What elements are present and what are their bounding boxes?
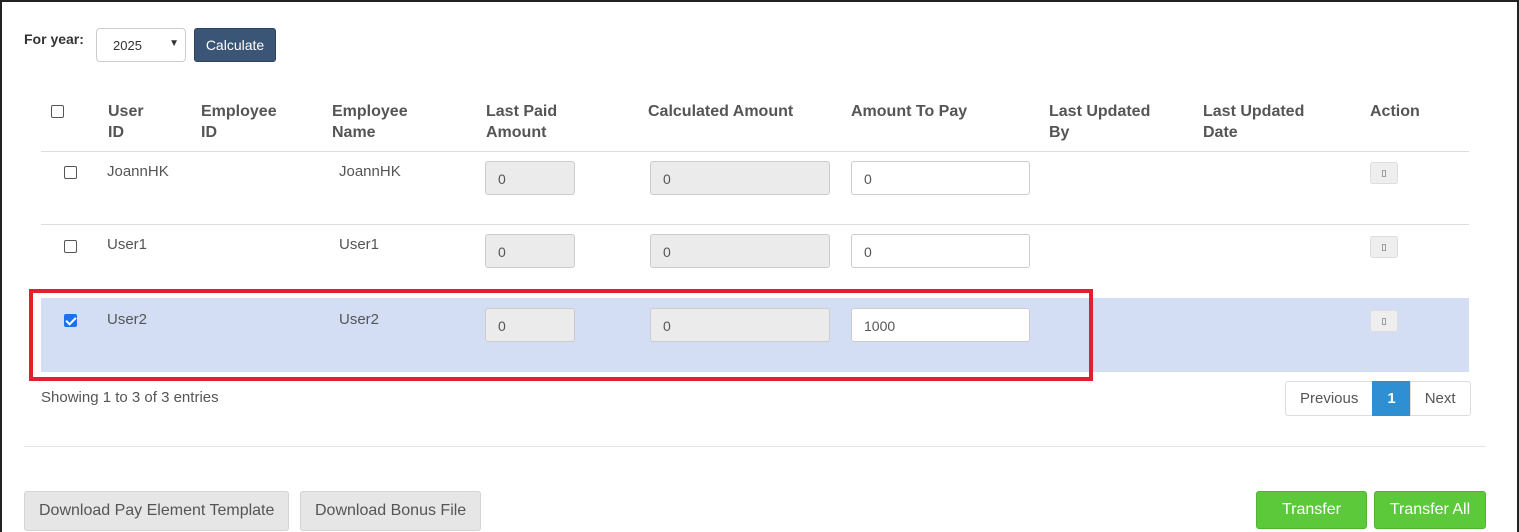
year-select-value: 2025	[113, 38, 142, 53]
year-select[interactable]: 2025 ▼	[96, 28, 186, 62]
row-checkbox[interactable]	[64, 166, 77, 179]
transfer-button[interactable]: Transfer	[1256, 491, 1367, 529]
section-divider	[24, 446, 1486, 447]
page-1-button[interactable]: 1	[1372, 381, 1411, 416]
header-employee-id: Employee ID	[201, 103, 277, 141]
download-bonus-file-button[interactable]: Download Bonus File	[300, 491, 482, 531]
user-id-cell: User1	[107, 236, 148, 253]
download-pay-element-template-button[interactable]: Download Pay Element Template	[24, 491, 290, 531]
header-user-id: User ID	[108, 103, 144, 141]
row-checkbox[interactable]	[64, 240, 77, 253]
header-last-updated-date: Last Updated Date	[1203, 103, 1305, 141]
pagination: Previous 1 Next	[1285, 381, 1471, 416]
header-last-updated-by: Last Updated By	[1049, 103, 1151, 141]
header-action: Action	[1370, 103, 1420, 120]
employee-name-cell: JoannHK	[339, 163, 401, 180]
calculated-amount-field: 0	[650, 234, 830, 268]
header-last-paid-amount: Last Paid Amount	[486, 103, 558, 141]
row-action-button[interactable]: ▯	[1370, 162, 1398, 184]
transfer-all-button[interactable]: Transfer All	[1374, 491, 1486, 529]
calculate-button[interactable]: Calculate	[194, 28, 276, 62]
header-calculated-amount: Calculated Amount	[648, 103, 794, 120]
last-paid-amount-field: 0	[485, 161, 575, 195]
select-all-checkbox[interactable]	[51, 105, 64, 118]
amount-to-pay-input[interactable]: 0	[851, 234, 1030, 268]
year-label: For year:	[24, 31, 84, 47]
employee-name-cell: User1	[339, 236, 380, 253]
user-id-cell: JoannHK	[107, 163, 169, 180]
row-divider	[41, 224, 1469, 225]
highlight-annotation-box	[29, 289, 1093, 381]
last-paid-amount-field: 0	[485, 234, 575, 268]
chevron-down-icon: ▼	[169, 38, 179, 49]
next-page-button[interactable]: Next	[1409, 381, 1471, 416]
amount-to-pay-input[interactable]: 0	[851, 161, 1030, 195]
previous-page-button[interactable]: Previous	[1285, 381, 1374, 416]
row-action-button[interactable]: ▯	[1370, 236, 1398, 258]
entries-info: Showing 1 to 3 of 3 entries	[41, 389, 219, 406]
header-amount-to-pay: Amount To Pay	[851, 103, 968, 120]
row-action-button[interactable]: ▯	[1370, 310, 1398, 332]
header-employee-name: Employee Name	[332, 103, 408, 141]
calculated-amount-field: 0	[650, 161, 830, 195]
header-divider	[41, 151, 1469, 152]
